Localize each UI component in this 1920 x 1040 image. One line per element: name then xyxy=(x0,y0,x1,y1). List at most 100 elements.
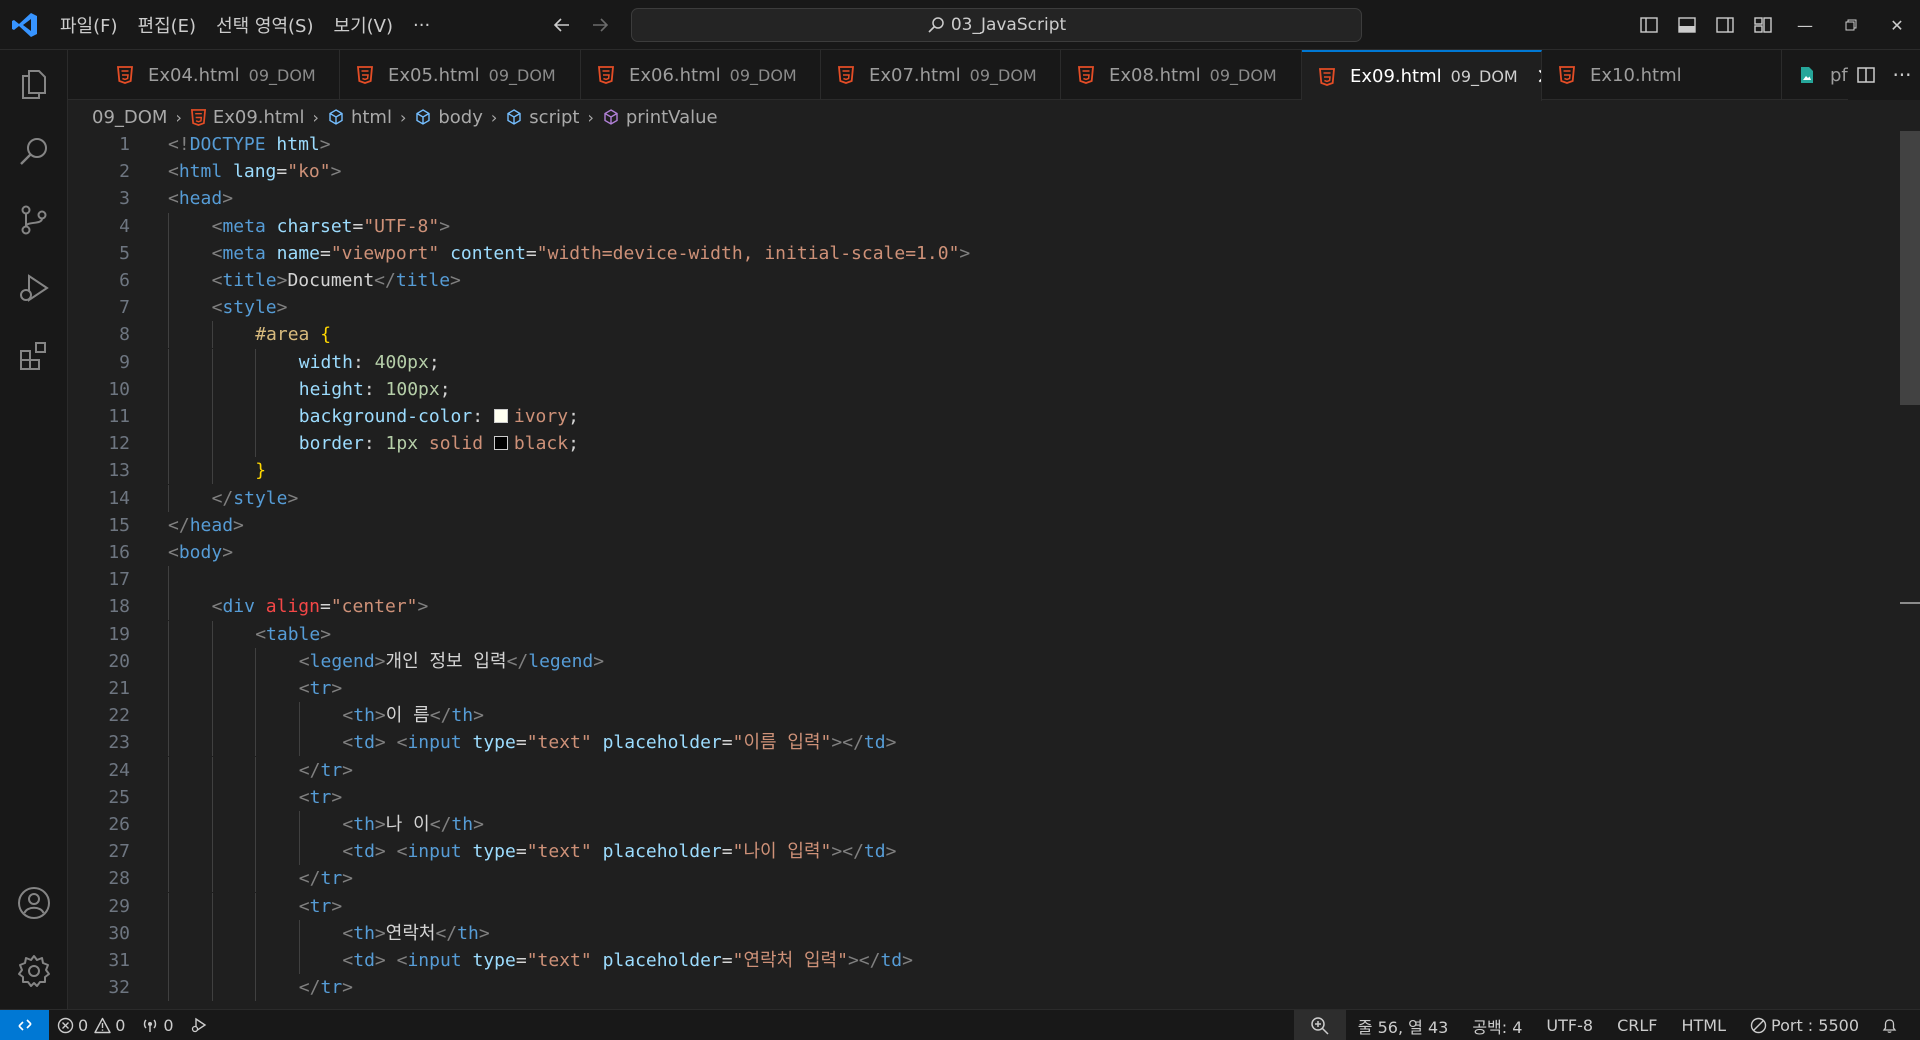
tab-description: 09_DOM xyxy=(1209,65,1277,85)
code-text: <style> xyxy=(212,294,288,321)
tab-ex05[interactable]: Ex05.html 09_DOM xyxy=(340,50,581,100)
code-line[interactable]: 13} xyxy=(68,457,1868,485)
code-line[interactable]: 12 border: 1px solid black; xyxy=(68,430,1868,458)
forward-arrow-icon[interactable] xyxy=(586,12,614,38)
html5-icon xyxy=(117,66,133,84)
menu-file[interactable]: 파일(F) xyxy=(50,12,128,38)
tab-ex10[interactable]: Ex10.html xyxy=(1542,50,1782,100)
code-line[interactable]: 15 </head> xyxy=(68,512,1868,539)
code-line[interactable]: 10 height: 100px; xyxy=(68,375,1868,403)
code-line[interactable]: 24 </tr> xyxy=(68,756,1868,784)
code-line[interactable]: 19 <table> xyxy=(68,620,1868,648)
live-server-port[interactable]: Port : 5500 xyxy=(1738,1010,1871,1040)
close-window-icon[interactable]: ✕ xyxy=(1874,0,1920,50)
accounts-icon[interactable] xyxy=(0,869,68,937)
command-center-search[interactable]: 03_JavaScript xyxy=(631,8,1362,42)
zoom-icon[interactable] xyxy=(1293,1010,1346,1040)
code-line[interactable]: 16 <body> xyxy=(68,539,1868,566)
breadcrumb-folder[interactable]: 09_DOM xyxy=(92,107,167,128)
toggle-panel-icon[interactable] xyxy=(1668,0,1706,50)
code-line[interactable]: 18 <div align="center"> xyxy=(68,593,1868,621)
run-and-debug-icon[interactable] xyxy=(0,254,68,322)
code-line[interactable]: 1 <!DOCTYPE html> xyxy=(68,131,1868,158)
tab-ex04[interactable]: Ex04.html 09_DOM xyxy=(100,50,340,100)
split-editor-icon[interactable] xyxy=(1848,65,1884,85)
code-line[interactable]: 27 <td> <input type="text" placeholder="나… xyxy=(68,838,1868,866)
search-view-icon[interactable] xyxy=(0,118,68,186)
extensions-icon[interactable] xyxy=(0,322,68,390)
color-swatch[interactable] xyxy=(493,436,508,451)
code-line[interactable]: 17 xyxy=(68,566,1868,594)
back-arrow-icon[interactable] xyxy=(548,12,576,38)
toggle-secondary-sidebar-icon[interactable] xyxy=(1706,0,1744,50)
explorer-icon[interactable] xyxy=(0,50,68,118)
breadcrumb-function[interactable]: printValue xyxy=(602,107,718,128)
end-of-line[interactable]: CRLF xyxy=(1605,1010,1669,1040)
code-token: title xyxy=(395,270,451,291)
code-editor[interactable]: 1 <!DOCTYPE html> 2 <html lang="ko"> 3 <head>… xyxy=(68,131,1900,1009)
code-line[interactable]: 6 <title>Document</title> xyxy=(68,267,1868,294)
code-line[interactable]: 14 </style> xyxy=(68,484,1868,512)
code-line[interactable]: 29 <tr> xyxy=(68,892,1868,920)
code-line[interactable]: 9 width: 400px; xyxy=(68,348,1868,376)
menu-selection[interactable]: 선택 영역(S) xyxy=(206,12,323,38)
tab-ex07[interactable]: Ex07.html 09_DOM xyxy=(821,50,1061,100)
menu-more[interactable]: ··· xyxy=(403,15,440,36)
menu-view[interactable]: 보기(V) xyxy=(324,12,403,38)
breadcrumb-body[interactable]: body xyxy=(414,107,483,128)
code-token: > xyxy=(320,623,332,645)
code-line[interactable]: 28 </tr> xyxy=(68,865,1868,893)
breadcrumb-script[interactable]: script xyxy=(505,107,579,128)
code-line[interactable]: 26 <th>나 이</th> xyxy=(68,811,1868,838)
code-line[interactable]: 2 <html lang="ko"> xyxy=(68,158,1868,185)
code-line[interactable]: 4 <meta charset="UTF-8"> xyxy=(68,212,1868,240)
scrollbar-thumb[interactable] xyxy=(1900,131,1920,405)
encoding[interactable]: UTF-8 xyxy=(1534,1010,1605,1040)
code-line[interactable]: 20 <legend>개인 정보 입력</legend> xyxy=(68,647,1868,675)
code-token: > xyxy=(902,950,913,971)
warning-icon xyxy=(94,1017,111,1033)
tab-ex09-active[interactable]: Ex09.html 09_DOM × xyxy=(1302,50,1542,101)
more-actions-icon[interactable]: ··· xyxy=(1884,63,1920,87)
code-line[interactable]: 30 <th>연락처</th> xyxy=(68,919,1868,947)
manage-gear-icon[interactable] xyxy=(0,937,68,1005)
indentation[interactable]: 공백: 4 xyxy=(1460,1010,1534,1040)
toggle-primary-sidebar-icon[interactable] xyxy=(1630,0,1668,50)
breadcrumb-html[interactable]: html xyxy=(327,107,392,128)
breadcrumb-file[interactable]: Ex09.html xyxy=(190,107,305,128)
code-token: : xyxy=(363,433,386,455)
code-token: > xyxy=(439,215,451,237)
code-line[interactable]: 32 </tr> xyxy=(68,974,1868,1002)
code-line[interactable]: 7 <style> xyxy=(68,294,1868,322)
line-number: 31 xyxy=(108,950,130,971)
tab-ex08[interactable]: Ex08.html 09_DOM xyxy=(1061,50,1302,100)
code-line[interactable]: 25 <tr> xyxy=(68,783,1868,811)
source-control-icon[interactable] xyxy=(0,186,68,254)
code-line[interactable]: 5 <meta name="viewport" content="width=de… xyxy=(68,239,1868,267)
code-token: style xyxy=(233,487,288,509)
cursor-position[interactable]: 줄 56, 열 43 xyxy=(1346,1010,1461,1040)
code-line[interactable]: 23 <td> <input type="text" placeholder="이… xyxy=(68,729,1868,757)
code-line[interactable]: 8 #area { xyxy=(68,321,1868,349)
code-text: <meta name="viewport" content="width=dev… xyxy=(212,240,971,267)
minimize-icon[interactable]: — xyxy=(1782,0,1828,50)
remote-indicator-icon[interactable] xyxy=(0,1009,49,1040)
code-token: = xyxy=(721,841,733,863)
code-line[interactable]: 31 <td> <input type="text" placeholder="연… xyxy=(68,947,1868,974)
bell-icon[interactable] xyxy=(1871,1010,1920,1040)
problems-indicator[interactable]: 0 0 xyxy=(49,1010,133,1040)
language-mode[interactable]: HTML xyxy=(1669,1010,1738,1040)
customize-layout-icon[interactable] xyxy=(1744,0,1782,50)
debug-launch-icon[interactable] xyxy=(182,1010,220,1040)
code-token: input xyxy=(407,950,462,971)
code-line[interactable]: 22 <th>이 름</th> xyxy=(68,702,1868,730)
code-line[interactable]: 11 background-color: ivory; xyxy=(68,403,1868,430)
restore-icon[interactable] xyxy=(1828,0,1874,50)
code-line[interactable]: 21 <tr> xyxy=(68,675,1868,702)
code-line[interactable]: 3 <head> xyxy=(68,185,1868,212)
menu-edit[interactable]: 편집(E) xyxy=(128,12,207,38)
ports-indicator[interactable]: 0 xyxy=(133,1010,181,1040)
tab-ex06[interactable]: Ex06.html 09_DOM xyxy=(581,50,821,100)
color-swatch[interactable] xyxy=(493,409,508,423)
code-token: background-color xyxy=(298,406,473,427)
